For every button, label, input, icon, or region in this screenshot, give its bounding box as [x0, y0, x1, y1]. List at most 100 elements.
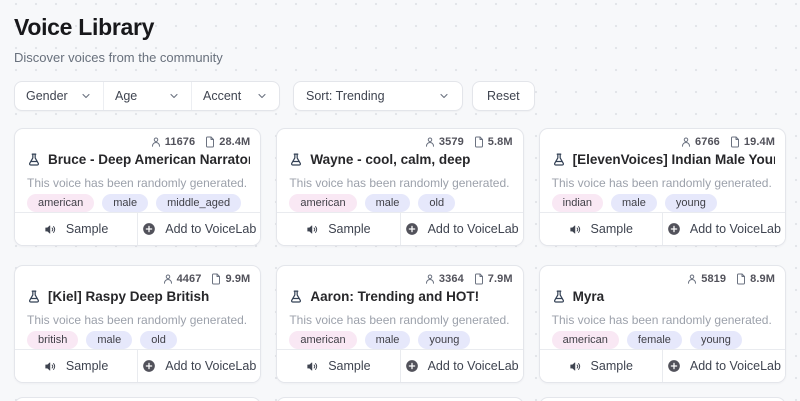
sample-button-label: Sample [328, 222, 371, 236]
person-icon [424, 273, 436, 285]
voice-card: 5819 8.9M Myra This voice has been rando… [538, 265, 786, 383]
accent-filter-label: Accent [203, 89, 242, 103]
age-filter-dropdown[interactable]: Age [103, 82, 191, 110]
voice-card: 11676 28.4M Bruce - Deep American Narrat… [14, 128, 262, 246]
voice-card: 3364 7.9M Aaron: Trending and HOT! This … [276, 265, 524, 383]
add-to-voicelab-button[interactable]: Add to VoiceLab [137, 213, 260, 245]
page-title: Voice Library [14, 14, 155, 40]
users-count-stat: 6766 [680, 136, 720, 148]
sample-button[interactable]: Sample [540, 213, 662, 245]
sample-button[interactable]: Sample [277, 213, 399, 245]
voice-card-footer: Sample Add to VoiceLab [277, 212, 523, 245]
add-to-voicelab-label: Add to VoiceLab [427, 359, 519, 373]
reset-button[interactable]: Reset [472, 81, 535, 111]
usage-count-stat: 8.9M [735, 273, 775, 285]
voice-tag: male [364, 194, 411, 212]
voice-name: Bruce - Deep American Narrator Voice [48, 152, 251, 167]
add-to-voicelab-button[interactable]: Add to VoiceLab [399, 213, 523, 245]
page-header: Voice Library Discover voices from the c… [14, 14, 223, 65]
person-icon [680, 136, 692, 148]
flask-icon [27, 153, 41, 167]
usage-count-value: 7.9M [487, 273, 513, 285]
tag-list: american male middle_aged [27, 194, 242, 212]
flask-icon [552, 153, 566, 167]
voice-description: This voice has been randomly generated. [289, 176, 510, 190]
voice-tag: indian [551, 194, 604, 212]
users-count-stat: 4467 [162, 273, 202, 285]
voice-name: [ElevenVoices] Indian Male Young [572, 152, 775, 167]
voice-name: [Kiel] Raspy Deep British [48, 289, 210, 304]
voice-card: 3579 5.8M Wayne - cool, calm, deep This … [276, 128, 524, 246]
voice-tag: male [102, 194, 149, 212]
page-subtitle: Discover voices from the community [14, 50, 223, 65]
tag-list: indian male young [551, 194, 717, 212]
users-count-value: 3364 [438, 273, 464, 285]
sort-dropdown[interactable]: Sort: Trending [293, 81, 463, 111]
usage-count-value: 19.4M [743, 136, 775, 148]
voice-tag: american [289, 194, 357, 212]
plus-circle-icon [405, 222, 419, 236]
voice-card-stats: 6766 19.4M [680, 136, 775, 148]
add-to-voicelab-button[interactable]: Add to VoiceLab [399, 350, 523, 382]
voice-card: 4467 9.9M [Kiel] Raspy Deep British This… [14, 265, 262, 383]
tag-list: american male old [289, 194, 456, 212]
voice-tag: american [551, 331, 619, 349]
voice-tag: male [86, 331, 133, 349]
sample-button-label: Sample [590, 359, 633, 373]
sample-button[interactable]: Sample [540, 350, 662, 382]
voice-library-page: Voice Library Discover voices from the c… [0, 0, 800, 401]
voice-name-row: Wayne - cool, calm, deep [289, 152, 512, 167]
add-to-voicelab-label: Add to VoiceLab [689, 222, 781, 236]
person-icon [150, 136, 162, 148]
chevron-down-icon [438, 90, 450, 102]
plus-circle-icon [667, 359, 681, 373]
sample-button[interactable]: Sample [15, 350, 137, 382]
chevron-down-icon [168, 90, 180, 102]
voice-tag: american [27, 194, 95, 212]
speaker-icon [569, 223, 582, 236]
person-icon [162, 273, 174, 285]
voice-name-row: [Kiel] Raspy Deep British [27, 289, 250, 304]
plus-circle-icon [405, 359, 419, 373]
add-to-voicelab-label: Add to VoiceLab [427, 222, 519, 236]
reset-button-label: Reset [487, 89, 520, 103]
document-icon [473, 273, 485, 285]
add-to-voicelab-label: Add to VoiceLab [689, 359, 781, 373]
voice-card-footer: Sample Add to VoiceLab [15, 212, 261, 245]
voice-card-stats: 11676 28.4M [150, 136, 251, 148]
voice-card-partial [276, 397, 524, 401]
sample-button[interactable]: Sample [15, 213, 137, 245]
voice-card-stats: 4467 9.9M [162, 273, 251, 285]
add-to-voicelab-button[interactable]: Add to VoiceLab [661, 213, 785, 245]
voice-card-partial [538, 397, 786, 401]
flask-icon [289, 153, 303, 167]
tag-list: american female young [551, 331, 742, 349]
voice-card-footer: Sample Add to VoiceLab [539, 212, 785, 245]
gender-filter-label: Gender [26, 89, 68, 103]
add-to-voicelab-button[interactable]: Add to VoiceLab [137, 350, 260, 382]
sample-button-label: Sample [328, 359, 371, 373]
voice-name-row: [ElevenVoices] Indian Male Young [552, 152, 775, 167]
usage-count-value: 9.9M [225, 273, 251, 285]
voice-name: Wayne - cool, calm, deep [310, 152, 471, 167]
voice-description: This voice has been randomly generated. [27, 313, 248, 327]
voice-card-stats: 3364 7.9M [424, 273, 513, 285]
users-count-stat: 5819 [686, 273, 726, 285]
usage-count-value: 28.4M [219, 136, 251, 148]
voice-description: This voice has been randomly generated. [27, 176, 248, 190]
speaker-icon [569, 360, 582, 373]
voice-name: Myra [572, 289, 605, 304]
voice-card-footer: Sample Add to VoiceLab [277, 349, 523, 382]
gender-filter-dropdown[interactable]: Gender [15, 82, 103, 110]
sample-button[interactable]: Sample [277, 350, 399, 382]
accent-filter-dropdown[interactable]: Accent [191, 82, 279, 110]
users-count-value: 6766 [695, 136, 720, 148]
document-icon [210, 273, 222, 285]
speaker-icon [44, 223, 57, 236]
users-count-stat: 3579 [424, 136, 464, 148]
add-to-voicelab-button[interactable]: Add to VoiceLab [661, 350, 785, 382]
usage-count-value: 8.9M [750, 273, 775, 285]
voice-tag: old [140, 331, 177, 349]
age-filter-label: Age [115, 89, 138, 103]
voice-tag: young [689, 331, 742, 349]
